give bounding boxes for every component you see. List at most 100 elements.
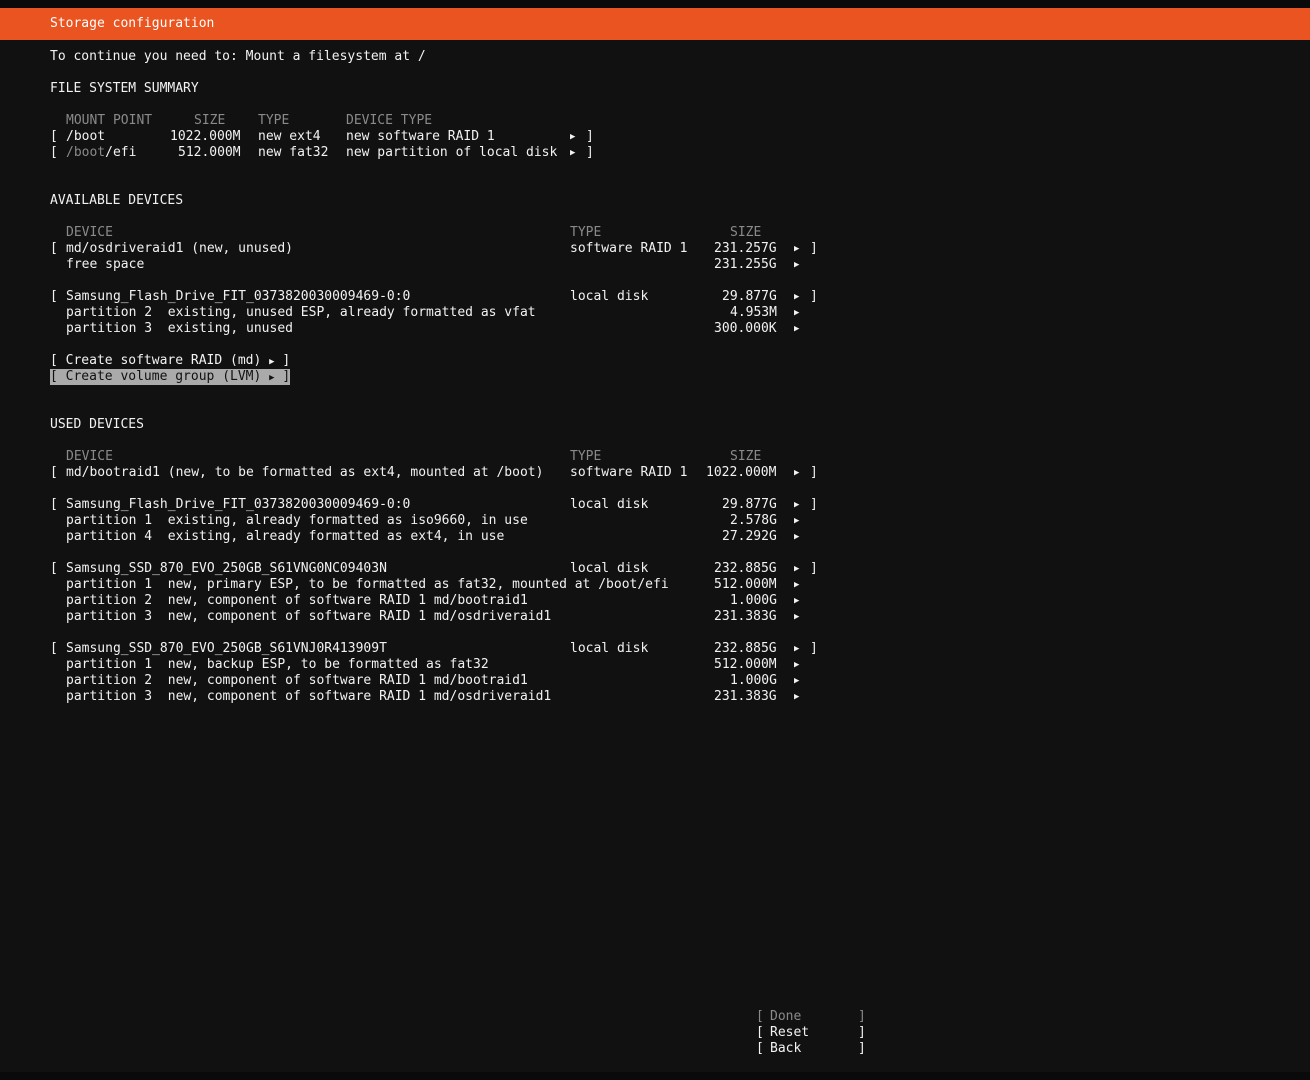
device-name: partition 3 new, component of software R… — [66, 689, 552, 704]
reset-label: Reset — [770, 1025, 810, 1040]
col-header-type: TYPE — [570, 449, 602, 464]
create-lvm-button[interactable]: [ Create volume group (LVM) ▶ ] — [50, 369, 291, 385]
row-open-bracket: [ — [50, 465, 58, 480]
device-size: 231.257G — [714, 241, 777, 256]
row-close-bracket: ] — [810, 641, 818, 656]
device-name: partition 2 existing, unused ESP, alread… — [66, 305, 536, 320]
device-size: 231.383G — [714, 609, 777, 624]
mount-point: /boot/efi — [66, 145, 136, 161]
arrow-right-icon: ▶ — [269, 373, 275, 383]
bottom-strip — [0, 1072, 1310, 1080]
device-name: partition 3 existing, unused — [66, 321, 293, 336]
fs-type: new ext4 — [258, 129, 321, 144]
button-open-bracket: [ — [756, 1025, 764, 1040]
arrow-right-icon: ▶ — [269, 357, 275, 367]
row-close-bracket: ] — [810, 241, 818, 256]
device-name: free space — [66, 257, 145, 272]
device-size: 231.383G — [714, 689, 777, 704]
row-close-bracket: ] — [810, 497, 818, 512]
mount-prefix: /boot — [66, 145, 106, 160]
button-open-bracket: [ — [756, 1009, 764, 1024]
device-size: 1.000G — [730, 593, 777, 608]
device-name: partition 3 new, component of software R… — [66, 609, 552, 624]
arrow-right-icon: ▶ — [794, 260, 800, 270]
col-header-size: SIZE — [194, 113, 226, 128]
device-name: partition 4 existing, already formatted … — [66, 529, 505, 544]
done-label: Done — [770, 1009, 802, 1024]
device-name: partition 2 new, component of software R… — [66, 593, 528, 608]
button-close-bracket: ] — [858, 1025, 866, 1040]
col-header-device: DEVICE — [66, 449, 113, 464]
size-value: 1022.000M — [170, 129, 241, 144]
device-type: local disk — [570, 497, 649, 512]
arrow-right-icon: ▶ — [794, 324, 800, 334]
arrow-right-icon: ▶ — [570, 132, 576, 142]
device-size: 300.000K — [714, 321, 777, 336]
device-type: software RAID 1 — [570, 241, 688, 256]
row-close-bracket: ] — [586, 129, 594, 144]
create-raid-button[interactable]: [ Create software RAID (md) ▶ ] — [50, 353, 290, 369]
device-type: local disk — [570, 561, 649, 576]
arrow-right-icon: ▶ — [794, 580, 800, 590]
col-header-device: DEVICE — [66, 225, 113, 240]
device-size: 232.885G — [714, 641, 777, 656]
col-header-size: SIZE — [730, 449, 762, 464]
device-name: partition 1 new, backup ESP, to be forma… — [66, 657, 489, 672]
row-open-bracket: [ — [50, 641, 58, 656]
device-name: partition 1 new, primary ESP, to be form… — [66, 577, 669, 592]
mount-point: /boot — [66, 129, 105, 145]
arrow-right-icon: ▶ — [794, 596, 800, 606]
button-close-bracket: ] — [858, 1009, 866, 1024]
device-name: Samsung_Flash_Drive_FIT_0373820030009469… — [66, 289, 411, 304]
arrow-right-icon: ▶ — [794, 292, 800, 302]
arrow-right-icon: ▶ — [794, 516, 800, 526]
device-size: 512.000M — [714, 657, 777, 672]
arrow-right-icon: ▶ — [794, 500, 800, 510]
arrow-right-icon: ▶ — [794, 244, 800, 254]
device-name: Samsung_SSD_870_EVO_250GB_S61VNG0NC09403… — [66, 561, 387, 576]
device-type: new software RAID 1 — [346, 129, 495, 144]
arrow-right-icon: ▶ — [794, 468, 800, 478]
col-header-device-type: DEVICE TYPE — [346, 113, 433, 128]
row-open-bracket: [ — [50, 145, 58, 160]
device-type: local disk — [570, 289, 649, 304]
size-value: 512.000M — [178, 145, 241, 160]
device-size: 232.885G — [714, 561, 777, 576]
col-header-mount-point: MOUNT POINT — [66, 113, 153, 128]
page-title: Storage configuration — [50, 16, 215, 31]
button-open-bracket: [ — [756, 1041, 764, 1056]
back-label: Back — [770, 1041, 802, 1056]
device-size: 1022.000M — [706, 465, 777, 480]
row-close-bracket: ] — [810, 289, 818, 304]
device-size: 29.877G — [722, 289, 777, 304]
mount-main: /boot — [66, 129, 106, 144]
arrow-right-icon: ▶ — [794, 676, 800, 686]
device-size: 4.953M — [730, 305, 777, 320]
device-name: Samsung_SSD_870_EVO_250GB_S61VNJ0R413909… — [66, 641, 387, 656]
button-close-bracket: ] — [858, 1041, 866, 1056]
device-type: software RAID 1 — [570, 465, 688, 480]
arrow-right-icon: ▶ — [570, 148, 576, 158]
row-open-bracket: [ — [50, 289, 58, 304]
arrow-right-icon: ▶ — [794, 692, 800, 702]
col-header-type: TYPE — [570, 225, 602, 240]
arrow-right-icon: ▶ — [794, 564, 800, 574]
device-size: 27.292G — [722, 529, 777, 544]
create-lvm-label: Create volume group (LVM) — [65, 369, 262, 384]
row-open-bracket: [ — [50, 561, 58, 576]
arrow-right-icon: ▶ — [794, 660, 800, 670]
arrow-right-icon: ▶ — [794, 308, 800, 318]
available-devices-heading: AVAILABLE DEVICES — [50, 193, 184, 208]
title-bar: Storage configuration — [0, 8, 1310, 40]
fs-summary-heading: FILE SYSTEM SUMMARY — [50, 81, 199, 96]
device-name: Samsung_Flash_Drive_FIT_0373820030009469… — [66, 497, 411, 512]
device-name: md/osdriveraid1 (new, unused) — [66, 241, 293, 256]
device-size: 1.000G — [730, 673, 777, 688]
instruction-text: To continue you need to: Mount a filesys… — [50, 49, 426, 64]
top-strip — [0, 0, 1310, 8]
col-header-size: SIZE — [730, 225, 762, 240]
arrow-right-icon: ▶ — [794, 532, 800, 542]
row-close-bracket: ] — [810, 465, 818, 480]
row-close-bracket: ] — [810, 561, 818, 576]
used-devices-heading: USED DEVICES — [50, 417, 144, 432]
